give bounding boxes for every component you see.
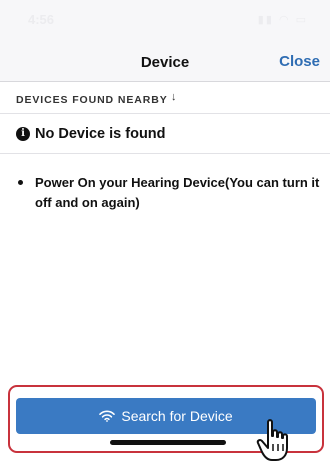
status-bar: 4:56 ▮▮ ◠ ▭ bbox=[0, 0, 330, 40]
nav-bar: Device Close bbox=[0, 40, 330, 82]
instruction-text: Power On your Hearing Device(You can tur… bbox=[35, 175, 320, 210]
home-indicator bbox=[110, 440, 226, 445]
section-header: DEVICES FOUND NEARBY ↓ bbox=[0, 82, 330, 114]
bullet-icon bbox=[18, 180, 23, 185]
status-time: 4:56 bbox=[28, 12, 55, 27]
status-icons: ▮▮ ◠ ▭ bbox=[257, 14, 308, 26]
no-device-row: i No Device is found bbox=[0, 114, 330, 154]
no-device-message: No Device is found bbox=[35, 126, 166, 142]
hand-pointer-icon bbox=[256, 419, 288, 461]
wifi-icon bbox=[99, 410, 116, 422]
arrow-down-icon: ↓ bbox=[171, 91, 177, 103]
close-button[interactable]: Close bbox=[279, 53, 320, 70]
search-button-label: Search for Device bbox=[121, 408, 233, 424]
device-screen: 4:56 ▮▮ ◠ ▭ Device Close DEVICES FOUND N… bbox=[0, 0, 330, 462]
section-title: DEVICES FOUND NEARBY bbox=[16, 94, 168, 106]
info-icon: i bbox=[16, 127, 30, 141]
